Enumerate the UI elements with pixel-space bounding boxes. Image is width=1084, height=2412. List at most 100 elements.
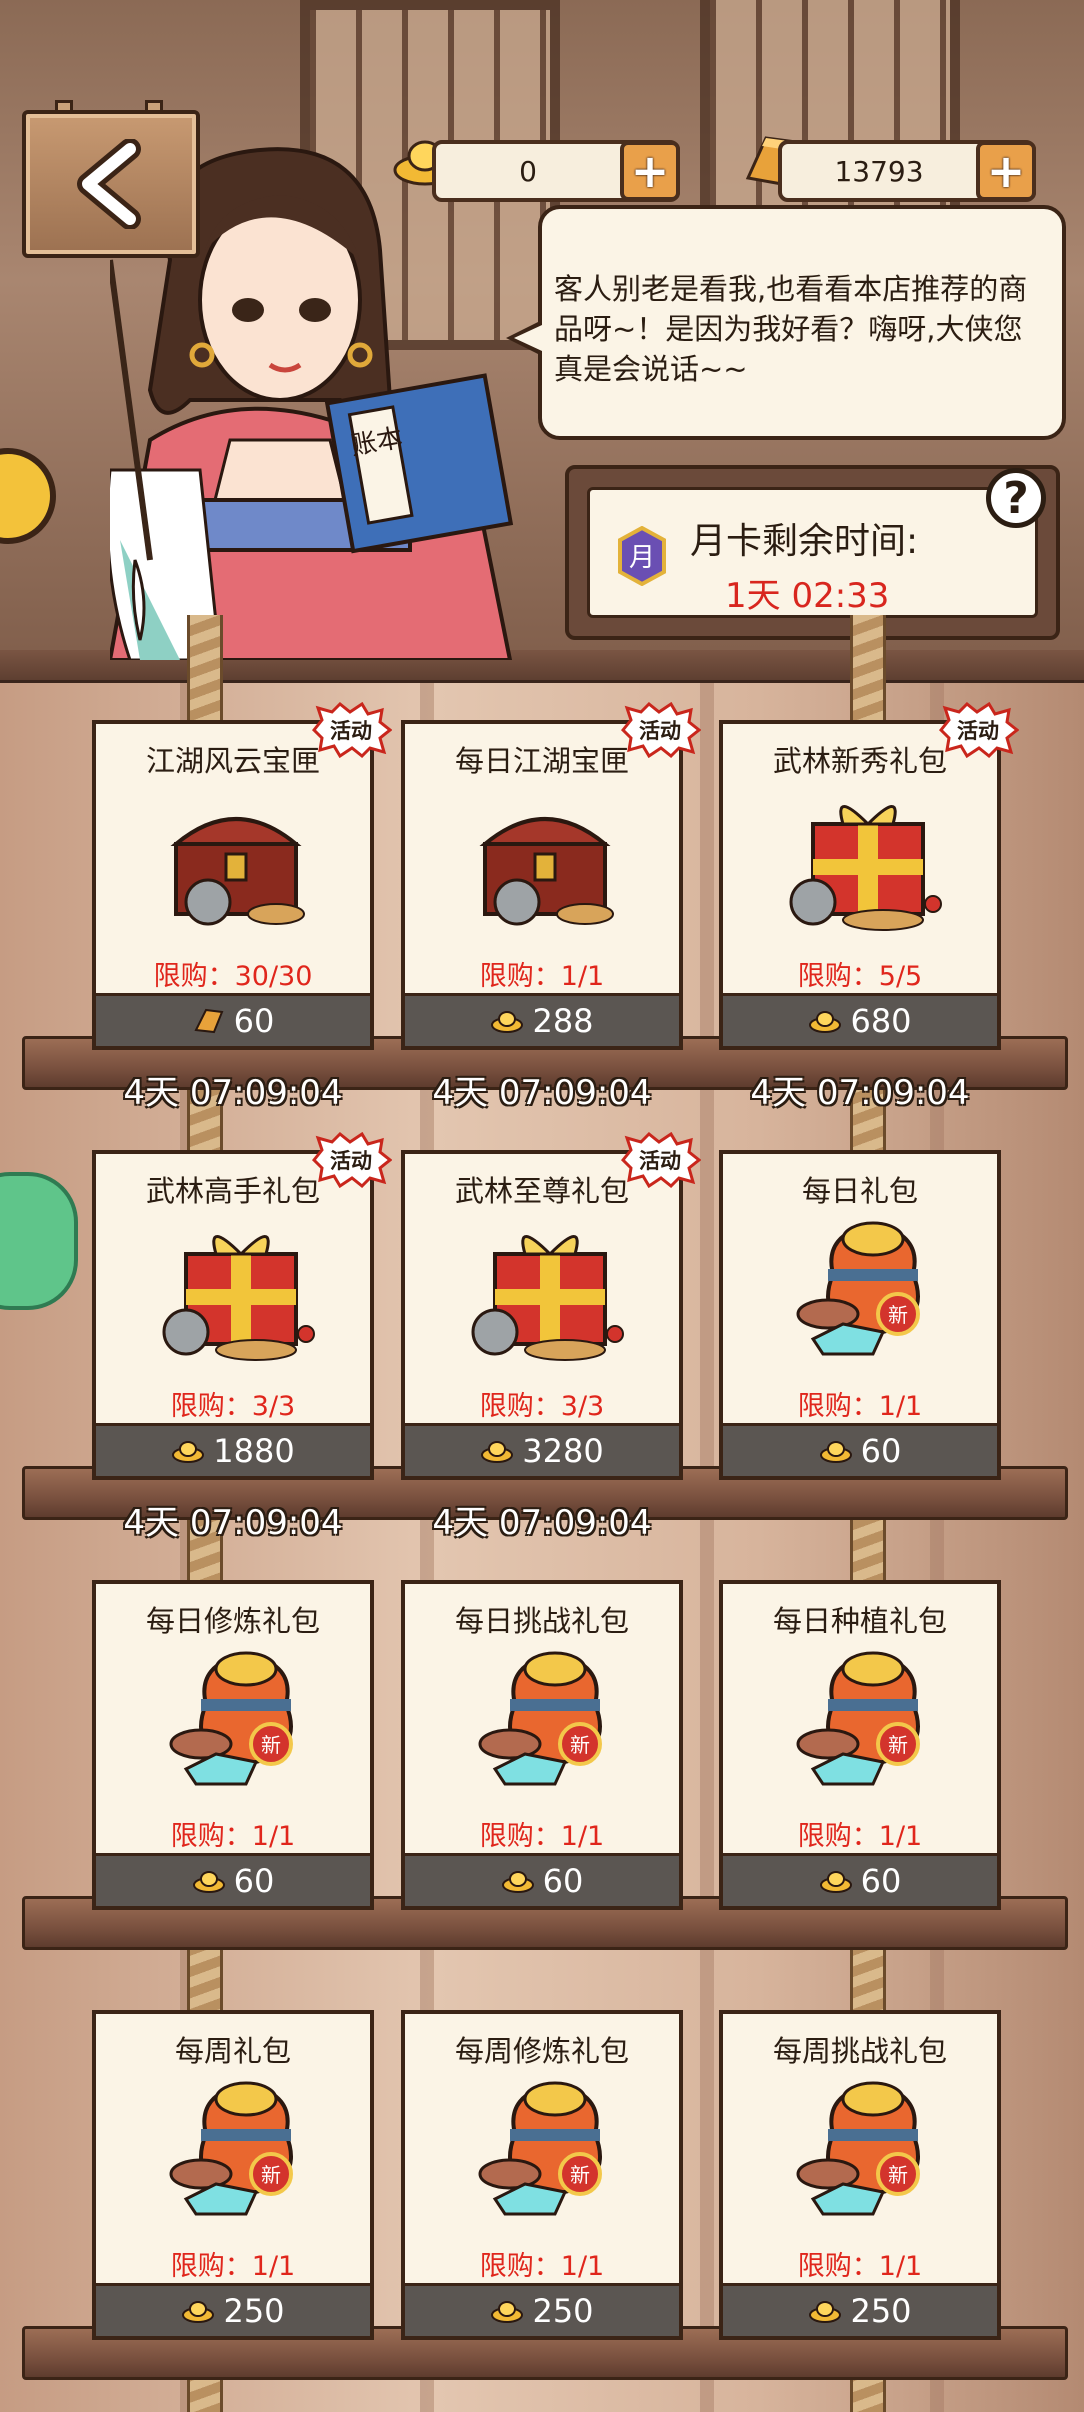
shop-item-card[interactable]: 每周修炼礼包 新 限购：1/1 250: [401, 2010, 683, 2340]
lucky-bag-icon: 新: [796, 1221, 920, 1356]
item-price-button[interactable]: 60: [723, 1423, 997, 1476]
treasure-chest-icon: [479, 817, 614, 926]
shop-item-card[interactable]: 武林高手礼包 限购：3/3 1880 活动: [92, 1131, 393, 1480]
shop-item-card[interactable]: 每日种植礼包 新 限购：1/1 60: [719, 1580, 1001, 1910]
svg-text:新: 新: [261, 2163, 281, 2187]
svg-text:新: 新: [888, 1303, 908, 1327]
shop-item-card[interactable]: 每周挑战礼包 新 限购：1/1 250: [719, 2010, 1001, 2340]
gold-bar-icon: [194, 1008, 224, 1034]
item-name: 每日种植礼包: [772, 1604, 947, 1638]
side-green-button[interactable]: [0, 1172, 78, 1310]
gold-ingot-icon: [819, 1441, 852, 1463]
shop-item-card[interactable]: 每日礼包 新 限购：1/1 60: [719, 1150, 1001, 1480]
shop-item-card[interactable]: 武林新秀礼包 限购：5/5 680 活动: [719, 701, 1020, 1050]
item-price-button[interactable]: 680: [723, 993, 997, 1046]
item-purchase-limit: 限购：1/1: [170, 1821, 296, 1852]
item-purchase-limit: 限购：3/3: [170, 1391, 296, 1422]
item-price: 250: [223, 2292, 285, 2330]
svg-text:月: 月: [629, 543, 655, 573]
bar-amount: 13793: [834, 154, 924, 188]
shop-item-card[interactable]: 每日江湖宝匣 限购：1/1 288 活动: [401, 701, 702, 1050]
item-countdown: 4天 07:09:04: [123, 1073, 343, 1113]
item-name: 每日礼包: [801, 1174, 918, 1208]
item-price-button[interactable]: 250: [96, 2283, 370, 2336]
gift-box-icon: [471, 1235, 624, 1361]
item-price-button[interactable]: 60: [96, 1853, 370, 1906]
event-badge: 活动: [310, 701, 393, 759]
item-price: 60: [233, 1002, 275, 1040]
gold-amount: 0: [519, 154, 537, 188]
event-badge: 活动: [619, 701, 702, 759]
item-price-button[interactable]: 250: [723, 2283, 997, 2336]
item-price: 60: [860, 1862, 902, 1900]
event-badge-label: 活动: [330, 719, 372, 743]
svg-text:新: 新: [570, 2163, 590, 2187]
month-card-label: 月卡剩余时间:: [690, 521, 919, 562]
gold-currency-bar: 0 +: [432, 140, 680, 202]
item-price: 60: [542, 1862, 584, 1900]
item-price-button[interactable]: 288: [405, 993, 679, 1046]
bar-currency-bar: 13793 +: [778, 140, 1036, 202]
item-purchase-limit: 限购：1/1: [797, 1391, 923, 1422]
item-purchase-limit: 限购：1/1: [479, 961, 605, 992]
gold-ingot-icon: [501, 1871, 534, 1893]
item-name: 每日修炼礼包: [145, 1604, 320, 1638]
item-price: 288: [532, 1002, 594, 1040]
item-name: 每周挑战礼包: [772, 2034, 947, 2068]
back-arrow-icon: [77, 139, 141, 229]
event-badge-label: 活动: [639, 1149, 681, 1173]
svg-text:新: 新: [261, 1733, 281, 1757]
add-bar-button[interactable]: +: [976, 141, 1036, 201]
shop-item-card[interactable]: 武林至尊礼包 限购：3/3 3280 活动: [401, 1131, 702, 1480]
svg-text:新: 新: [888, 2163, 908, 2187]
lucky-bag-icon: 新: [478, 2081, 602, 2216]
item-name: 每日挑战礼包: [454, 1604, 629, 1638]
gold-ingot-icon: [809, 2301, 842, 2323]
item-price: 3280: [522, 1432, 604, 1470]
lucky-bag-icon: 新: [169, 1651, 293, 1786]
item-purchase-limit: 限购：1/1: [479, 1821, 605, 1852]
lucky-bag-icon: 新: [478, 1651, 602, 1786]
item-purchase-limit: 限购：5/5: [797, 961, 923, 992]
wall-plank: [700, 660, 714, 2412]
event-badge: 活动: [619, 1131, 702, 1189]
month-card-inner: 月 月卡剩余时间: 1天 02:33: [587, 487, 1038, 618]
item-price-button[interactable]: 3280: [405, 1423, 679, 1476]
shop-item-card[interactable]: 江湖风云宝匣 限购：30/30 60 活动: [92, 701, 393, 1050]
item-countdown: 4天 07:09:04: [432, 1073, 652, 1113]
item-name: 每周修炼礼包: [454, 2034, 629, 2068]
event-badge-label: 活动: [330, 1149, 372, 1173]
add-gold-button[interactable]: +: [620, 141, 680, 201]
gift-box-icon: [789, 805, 942, 931]
item-purchase-limit: 限购：1/1: [797, 2251, 923, 2282]
shop-item-card[interactable]: 每日修炼礼包 新 限购：1/1 60: [92, 1580, 374, 1910]
item-purchase-limit: 限购：1/1: [479, 2251, 605, 2282]
gold-ingot-icon: [172, 1441, 205, 1463]
item-purchase-limit: 限购：30/30: [153, 961, 313, 992]
back-button[interactable]: [22, 110, 200, 258]
item-price: 60: [860, 1432, 902, 1470]
gold-ingot-icon: [192, 1871, 225, 1893]
gift-box-icon: [162, 1235, 315, 1361]
item-price-button[interactable]: 60: [723, 1853, 997, 1906]
speech-bubble: 客人别老是看我,也看看本店推荐的商品呀~！是因为我好看？嗨呀,大侠您真是会说话~…: [538, 205, 1066, 440]
svg-text:新: 新: [888, 1733, 908, 1757]
bubble-tail-inner: [514, 325, 542, 351]
month-card-icon: 月: [618, 526, 666, 586]
help-button[interactable]: ?: [986, 468, 1046, 528]
gold-ingot-icon: [182, 2301, 215, 2323]
event-badge-label: 活动: [639, 719, 681, 743]
item-price-button[interactable]: 60: [96, 993, 370, 1046]
gold-ingot-icon: [481, 1441, 514, 1463]
item-price: 680: [850, 1002, 912, 1040]
item-price-button[interactable]: 60: [405, 1853, 679, 1906]
shop-item-card[interactable]: 每周礼包 新 限购：1/1 250: [92, 2010, 374, 2340]
item-purchase-limit: 限购：1/1: [170, 2251, 296, 2282]
lucky-bag-icon: 新: [796, 1651, 920, 1786]
item-purchase-limit: 限购：3/3: [479, 1391, 605, 1422]
svg-text:新: 新: [570, 1733, 590, 1757]
item-price: 250: [850, 2292, 912, 2330]
item-price-button[interactable]: 1880: [96, 1423, 370, 1476]
shop-item-card[interactable]: 每日挑战礼包 新 限购：1/1 60: [401, 1580, 683, 1910]
item-price-button[interactable]: 250: [405, 2283, 679, 2336]
